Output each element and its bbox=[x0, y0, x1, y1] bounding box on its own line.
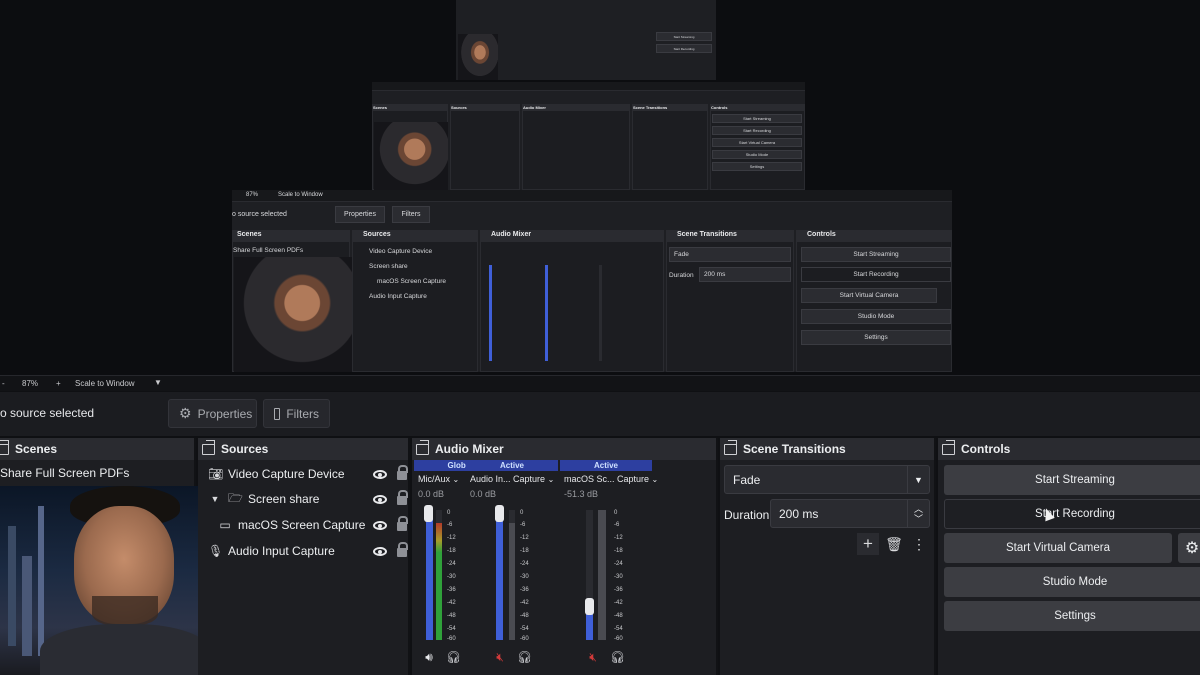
lock-icon[interactable] bbox=[397, 542, 408, 557]
volume-meter bbox=[426, 510, 433, 640]
stepper-arrows-icon[interactable]: ︿ ﹀ bbox=[907, 500, 929, 527]
camera-preview-image bbox=[0, 486, 208, 675]
properties-button[interactable]: ⚙ Properties bbox=[168, 399, 257, 428]
volume-fader[interactable] bbox=[495, 505, 504, 522]
scale-mode-select[interactable]: Scale to Window bbox=[75, 379, 135, 388]
meter-scale: 0 -6 -12 -18 -24 -30 -36 -42 -48 -54 -60 bbox=[614, 510, 623, 642]
add-transition-button[interactable]: + bbox=[857, 533, 879, 555]
dock-icon bbox=[724, 439, 737, 455]
sources-header: Sources bbox=[198, 438, 408, 460]
virtual-camera-settings-button[interactable]: ⚙ bbox=[1178, 533, 1200, 563]
lock-icon[interactable] bbox=[397, 516, 408, 531]
duration-label: Duration bbox=[724, 508, 770, 522]
source-item[interactable]: ▼ 🗁 Screen share bbox=[208, 487, 415, 511]
folder-icon: 🗁 bbox=[228, 490, 243, 505]
lock-icon[interactable] bbox=[397, 490, 408, 505]
meter-scale: 0 -6 -12 -18 -24 -30 -36 -42 -48 -54 -60 bbox=[520, 510, 529, 642]
scene-transitions-header: Scene Transitions bbox=[720, 438, 934, 460]
chevron-down-icon[interactable]: ▼ bbox=[907, 466, 929, 493]
source-item[interactable]: 🎙︎ Audio Input Capture bbox=[208, 539, 415, 563]
source-item[interactable]: 📷︎ Video Capture Device bbox=[208, 462, 415, 486]
audio-mixer-header: Audio Mixer bbox=[412, 438, 716, 460]
dock-icon bbox=[942, 439, 955, 455]
filters-icon bbox=[274, 407, 281, 420]
preview-canvas[interactable]: Start Streaming Start Recording Scenes S… bbox=[0, 0, 1200, 375]
nested-face-2 bbox=[374, 122, 448, 190]
dock-icon bbox=[0, 439, 9, 455]
no-source-label: o source selected bbox=[0, 406, 95, 420]
dock-icon bbox=[416, 439, 429, 455]
chevron-down-icon[interactable]: ▼ bbox=[154, 378, 162, 387]
dock-icon bbox=[202, 439, 215, 455]
nested-no-source-label: o source selected bbox=[232, 211, 287, 218]
mixer-channel-name[interactable]: macOS Sc... Capture ⌄ bbox=[560, 474, 658, 484]
scene-transitions-dock: Scene Transitions Fade ▼ Duration 200 ms… bbox=[720, 438, 936, 675]
monitor-icon: ▭ bbox=[219, 518, 231, 532]
start-recording-button[interactable]: Start Recording bbox=[944, 499, 1200, 529]
mixer-volume-db: -51.3 dB bbox=[564, 489, 599, 499]
gear-icon: ⚙ bbox=[179, 405, 192, 421]
headphones-off-icon[interactable]: 🎧︎ bbox=[610, 650, 625, 664]
meter-scale: 0 -6 -12 -18 -24 -30 -36 -42 -48 -54 -60 bbox=[447, 510, 456, 642]
volume-fader[interactable] bbox=[424, 505, 433, 522]
preview-nested-level-1: 87% Scale to Window o source selected Pr… bbox=[232, 190, 952, 372]
volume-fader[interactable] bbox=[585, 598, 594, 615]
scenes-header: Scenes bbox=[0, 438, 194, 460]
nested-face-1 bbox=[234, 257, 358, 372]
camera-icon: 📷︎ bbox=[208, 467, 224, 481]
more-options-icon[interactable]: ⋮ bbox=[908, 533, 930, 555]
headphones-off-icon[interactable]: 🎧︎ bbox=[517, 650, 532, 664]
zoom-out-button[interactable]: - bbox=[2, 379, 5, 388]
eye-icon[interactable] bbox=[373, 494, 387, 504]
mixer-volume-db: 0.0 dB bbox=[470, 489, 497, 499]
speaker-muted-icon[interactable]: 🔇︎ bbox=[493, 650, 507, 664]
mixer-channel-name[interactable]: Audio In... Capture ⌄ bbox=[466, 474, 558, 484]
gear-icon: ⚙ bbox=[1184, 540, 1200, 557]
settings-button[interactable]: Settings bbox=[944, 601, 1200, 631]
duration-input[interactable]: 200 ms ︿ ﹀ bbox=[770, 499, 930, 528]
volume-meter bbox=[509, 510, 515, 640]
eye-icon[interactable] bbox=[373, 520, 387, 530]
trash-icon[interactable]: 🗑︎ bbox=[883, 533, 905, 555]
headphones-off-icon[interactable]: 🎧︎ bbox=[446, 650, 461, 664]
audio-mixer-dock: Audio Mixer Global Mic/Aux ⌄ 0.0 dB 0 -6-… bbox=[412, 438, 718, 675]
preview-nested-level-2: Scenes Sources Audio Mixer Scene Transit… bbox=[372, 82, 805, 190]
mixer-channel-tag: Active bbox=[466, 460, 558, 471]
mixer-channel: Active Audio In... Capture ⌄ 0.0 dB 0 -6-… bbox=[466, 460, 558, 675]
transition-select[interactable]: Fade ▼ bbox=[724, 465, 930, 494]
source-toolbar: o source selected ⚙ Properties Filters bbox=[0, 392, 1200, 436]
lock-icon[interactable] bbox=[397, 465, 408, 480]
mixer-channel: Active macOS Sc... Capture ⌄ -51.3 dB 0-… bbox=[560, 460, 658, 675]
filters-button[interactable]: Filters bbox=[263, 399, 330, 428]
volume-meter bbox=[586, 510, 593, 640]
nested-start-streaming-button: Start Streaming bbox=[656, 32, 712, 41]
studio-mode-button[interactable]: Studio Mode bbox=[944, 567, 1200, 597]
start-virtual-camera-button[interactable]: Start Virtual Camera bbox=[944, 533, 1172, 563]
microphone-icon: 🎙︎ bbox=[208, 544, 224, 558]
mixer-channel-tag: Active bbox=[560, 460, 652, 471]
speaker-icon[interactable]: 🔊︎ bbox=[422, 650, 436, 664]
nested-face bbox=[458, 34, 498, 80]
volume-meter bbox=[436, 510, 442, 640]
controls-dock: Controls Start Streaming Start Recording… bbox=[938, 438, 1200, 675]
zoom-level: 87% bbox=[22, 379, 39, 388]
eye-icon[interactable] bbox=[373, 546, 387, 556]
source-item[interactable]: ▭ macOS Screen Capture bbox=[208, 513, 415, 537]
nested-start-recording-button: Start Recording bbox=[656, 44, 712, 53]
controls-header: Controls bbox=[938, 438, 1200, 460]
preview-nested-level-3: Start Streaming Start Recording bbox=[456, 0, 716, 80]
zoom-in-button[interactable]: + bbox=[56, 379, 61, 388]
volume-meter bbox=[496, 510, 503, 640]
scene-item[interactable]: Share Full Screen PDFs bbox=[0, 466, 129, 480]
start-streaming-button[interactable]: Start Streaming bbox=[944, 465, 1200, 495]
chevron-down-icon[interactable]: ⌄ bbox=[453, 475, 460, 484]
chevron-down-icon[interactable]: ▼ bbox=[208, 494, 222, 504]
chevron-down-icon[interactable]: ⌄ bbox=[548, 475, 555, 484]
volume-meter bbox=[598, 510, 606, 640]
speaker-muted-icon[interactable]: 🔇︎ bbox=[586, 650, 600, 664]
eye-icon[interactable] bbox=[373, 469, 387, 479]
chevron-down-icon[interactable]: ⌄ bbox=[652, 475, 659, 484]
zoom-bar: - 87% + Scale to Window ▼ bbox=[0, 375, 1200, 391]
